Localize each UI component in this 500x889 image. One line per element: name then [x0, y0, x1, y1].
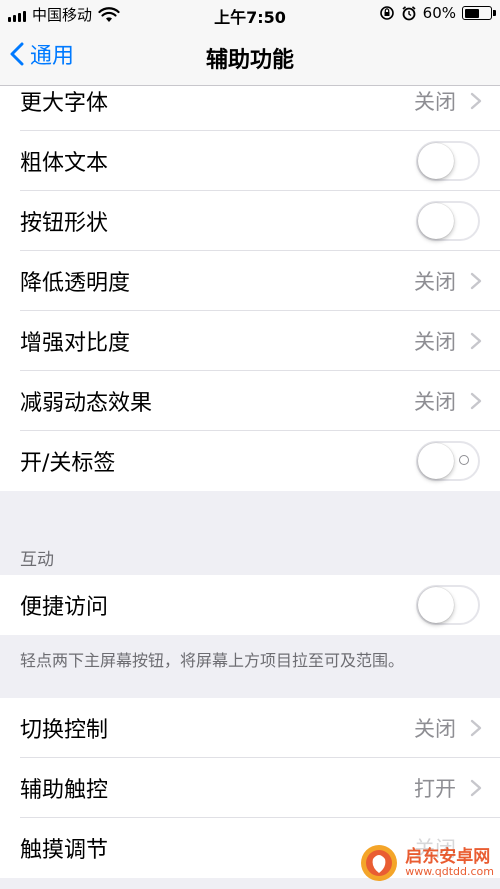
- toggle-knob: [418, 143, 454, 179]
- chevron-right-icon: [470, 332, 482, 350]
- reachability-toggle[interactable]: [416, 585, 480, 625]
- row-label: 增强对比度: [20, 331, 131, 356]
- settings-row-switch-control[interactable]: 切换控制 关闭: [0, 698, 500, 758]
- off-label-circle-icon: [459, 455, 469, 465]
- accessibility-settings-screen: 中国移动 上午7:50 60% 更大字体 关闭 粗体文本 按钮形状 降低透明度 …: [0, 0, 500, 889]
- settings-row-on-off-labels[interactable]: 开/关标签: [0, 431, 500, 491]
- row-label: 降低透明度: [20, 271, 131, 296]
- chevron-right-icon: [470, 779, 482, 797]
- chevron-right-icon: [470, 392, 482, 410]
- row-label: 减弱动态效果: [20, 391, 153, 416]
- toggle-knob: [418, 587, 454, 623]
- bold-text-toggle[interactable]: [416, 141, 480, 181]
- reachability-footer-note: 轻点两下主屏幕按钮，将屏幕上方项目拉至可及范围。: [20, 651, 405, 670]
- watermark-url: www.qdtdd.com: [405, 865, 494, 879]
- section-header-interaction: 互动: [20, 550, 54, 570]
- settings-row-reduce-transparency[interactable]: 降低透明度 关闭: [0, 251, 500, 311]
- row-value: 关闭: [414, 270, 456, 294]
- site-watermark: 启东安卓网 www.qdtdd.com: [359, 843, 494, 883]
- interaction-group: 便捷访问: [0, 575, 500, 635]
- row-label: 便捷访问: [20, 595, 109, 620]
- row-label: 辅助触控: [20, 778, 109, 803]
- row-value: 关闭: [414, 717, 456, 741]
- toggle-knob: [418, 203, 454, 239]
- settings-row-reduce-motion[interactable]: 减弱动态效果 关闭: [0, 371, 500, 431]
- row-value: 打开: [414, 777, 456, 801]
- row-label: 更大字体: [20, 91, 109, 116]
- row-value: 关闭: [414, 90, 456, 114]
- row-value: 关闭: [414, 330, 456, 354]
- row-label: 开/关标签: [20, 451, 116, 476]
- toggle-knob: [418, 443, 454, 479]
- page-title: 辅助功能: [205, 48, 294, 73]
- battery-percent: 60%: [422, 4, 456, 22]
- row-label: 粗体文本: [20, 151, 109, 176]
- rotation-lock-icon: [379, 6, 394, 20]
- status-bar: 中国移动 上午7:50 60%: [0, 0, 500, 28]
- settings-row-reachability[interactable]: 便捷访问: [0, 575, 500, 635]
- button-shapes-toggle[interactable]: [416, 201, 480, 241]
- settings-row-assistive-touch[interactable]: 辅助触控 打开: [0, 758, 500, 818]
- row-label: 触摸调节: [20, 838, 109, 863]
- row-value: 关闭: [414, 390, 456, 414]
- watermark-name: 启东安卓网: [405, 846, 491, 867]
- row-label: 按钮形状: [20, 211, 109, 236]
- battery-fill: [464, 8, 479, 18]
- battery-icon: [462, 6, 496, 20]
- navigation-bar-overlay: 通用 辅助功能: [0, 28, 500, 86]
- chevron-right-icon: [470, 272, 482, 290]
- status-right: 60%: [379, 4, 496, 22]
- row-label: 切换控制: [20, 718, 109, 743]
- alarm-icon: [402, 6, 416, 21]
- settings-row-button-shapes[interactable]: 按钮形状: [0, 191, 500, 251]
- watermark-logo-icon: [361, 845, 398, 881]
- settings-row-increase-contrast[interactable]: 增强对比度 关闭: [0, 311, 500, 371]
- chevron-right-icon: [470, 719, 482, 737]
- chevron-right-icon: [470, 92, 482, 110]
- on-off-labels-toggle[interactable]: [416, 441, 480, 481]
- display-settings-group: 更大字体 关闭 粗体文本 按钮形状 降低透明度 关闭 增强对比度 关闭 减弱动态…: [0, 71, 500, 491]
- settings-row-bold-text[interactable]: 粗体文本: [0, 131, 500, 191]
- watermark-text: 启东安卓网 www.qdtdd.com: [405, 846, 494, 879]
